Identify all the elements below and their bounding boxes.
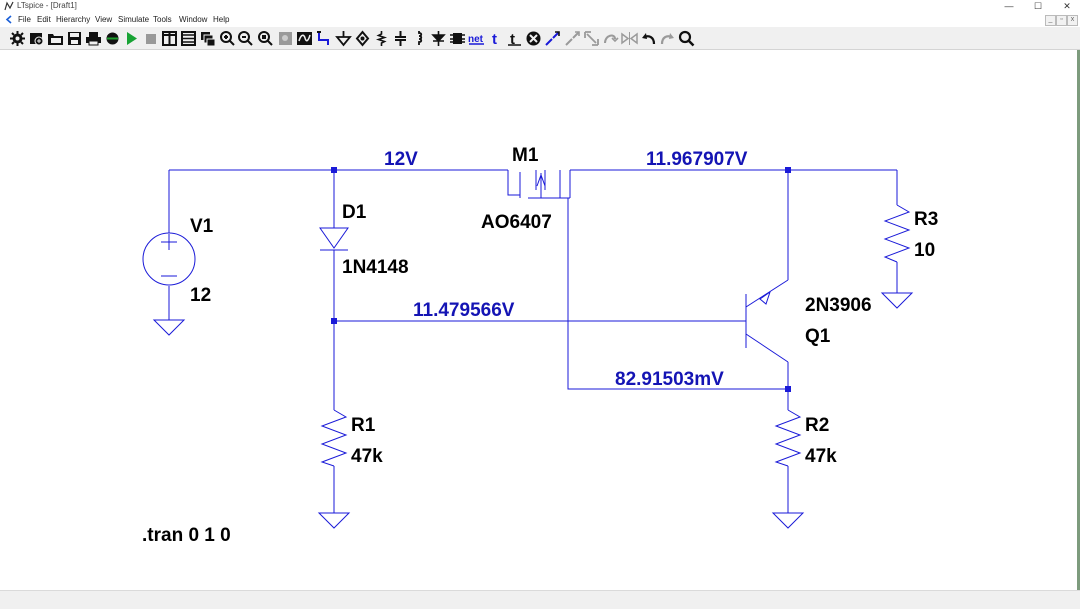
- control-panel-icon[interactable]: [104, 30, 121, 47]
- mirror-flip-icon[interactable]: [621, 30, 638, 47]
- spice-directive-icon[interactable]: net: [468, 30, 485, 47]
- ground-r2: [771, 512, 805, 529]
- menu-file[interactable]: File: [18, 15, 31, 24]
- autorange-icon[interactable]: [296, 30, 313, 47]
- undo-icon[interactable]: [640, 30, 657, 47]
- voltage-source-v1: [142, 232, 196, 286]
- node-voltage-supply: 12V: [384, 149, 418, 170]
- close-button[interactable]: ✕: [1054, 0, 1080, 13]
- ground-v1: [152, 319, 186, 336]
- junction-drain: [785, 167, 791, 173]
- m1-name[interactable]: M1: [512, 145, 539, 166]
- zoom-in-icon[interactable]: [219, 30, 236, 47]
- zoom-back-icon[interactable]: [277, 30, 294, 47]
- draw-wire-icon[interactable]: [316, 30, 333, 47]
- spice-directive[interactable]: .tran 0 1 0: [142, 525, 231, 546]
- copy-icon[interactable]: [544, 30, 561, 47]
- menu-edit[interactable]: Edit: [37, 15, 51, 24]
- menu-help[interactable]: Help: [213, 15, 229, 24]
- inductor-icon[interactable]: [411, 30, 428, 47]
- zoom-out-icon[interactable]: [237, 30, 254, 47]
- component-icon[interactable]: [449, 30, 466, 47]
- v1-value[interactable]: 12: [190, 285, 211, 306]
- d1-name[interactable]: D1: [342, 202, 367, 223]
- settings-icon[interactable]: [9, 30, 26, 47]
- move-icon[interactable]: t: [506, 30, 523, 47]
- node-voltage-gate: 82.91503mV: [615, 369, 724, 390]
- r1-value[interactable]: 47k: [351, 446, 383, 467]
- svg-text:t: t: [492, 31, 497, 47]
- menu-bar: File Edit Hierarchy View Simulate Tools …: [0, 13, 1080, 27]
- schematic-canvas[interactable]: V1 12 D1 1N4148 M1 AO6407 R3 10 2N3906 Q…: [0, 50, 1077, 590]
- d1-value[interactable]: 1N4148: [342, 257, 409, 278]
- mdi-minimize-button[interactable]: _: [1045, 15, 1056, 26]
- r1-name[interactable]: R1: [351, 415, 376, 436]
- text-icon[interactable]: t: [488, 30, 505, 47]
- drag-icon[interactable]: [564, 30, 581, 47]
- diode-icon[interactable]: [430, 30, 447, 47]
- menu-window[interactable]: Window: [179, 15, 207, 24]
- maximize-button[interactable]: ☐: [1025, 0, 1051, 13]
- r2-name[interactable]: R2: [805, 415, 829, 436]
- find-icon[interactable]: [678, 30, 695, 47]
- mdi-close-button[interactable]: x: [1067, 15, 1078, 26]
- tile-horizontal-icon[interactable]: [180, 30, 197, 47]
- open-file-icon[interactable]: [28, 30, 45, 47]
- redo-icon[interactable]: [659, 30, 676, 47]
- wire-gate: [567, 198, 788, 390]
- save-icon[interactable]: [66, 30, 83, 47]
- node-voltage-drain: 11.967907V: [646, 149, 748, 170]
- q1-value[interactable]: 2N3906: [805, 295, 872, 316]
- diode-d1: [319, 227, 349, 251]
- schematic-doc-icon[interactable]: [5, 15, 14, 24]
- halt-icon[interactable]: [142, 30, 159, 47]
- rotate-icon[interactable]: [583, 30, 600, 47]
- r3-name[interactable]: R3: [914, 209, 938, 230]
- resistor-r2: [774, 409, 802, 467]
- q1-name[interactable]: Q1: [805, 326, 831, 347]
- mirror-icon[interactable]: [602, 30, 619, 47]
- junction-gate: [785, 386, 791, 392]
- tile-vertical-icon[interactable]: [161, 30, 178, 47]
- mosfet-m1: [507, 170, 571, 199]
- resistor-icon[interactable]: [373, 30, 390, 47]
- menu-simulate[interactable]: Simulate: [118, 15, 149, 24]
- menu-tools[interactable]: Tools: [153, 15, 172, 24]
- minimize-button[interactable]: —: [996, 0, 1022, 13]
- ground-r1: [317, 512, 351, 529]
- run-icon[interactable]: [123, 30, 140, 47]
- cascade-icon[interactable]: [199, 30, 216, 47]
- junction-supply: [331, 167, 337, 173]
- r3-value[interactable]: 10: [914, 240, 935, 261]
- ground-r3: [880, 292, 914, 309]
- v1-name[interactable]: V1: [190, 216, 214, 237]
- menu-view[interactable]: View: [95, 15, 112, 24]
- capacitor-icon[interactable]: [392, 30, 409, 47]
- menu-hierarchy[interactable]: Hierarchy: [56, 15, 90, 24]
- delete-icon[interactable]: [525, 30, 542, 47]
- ltspice-app-icon: [4, 1, 14, 11]
- ground-icon[interactable]: [335, 30, 352, 47]
- junction-base: [331, 318, 337, 324]
- resistor-r1: [320, 409, 348, 467]
- schematic-drawing[interactable]: V1 12 D1 1N4148 M1 AO6407 R3 10 2N3906 Q…: [0, 50, 1077, 590]
- window-title: LTspice - [Draft1]: [17, 1, 77, 10]
- window-title-bar: LTspice - [Draft1] — ☐ ✕: [0, 0, 1080, 13]
- node-voltage-base: 11.479566V: [413, 300, 515, 321]
- resistor-r3: [883, 204, 911, 263]
- r2-value[interactable]: 47k: [805, 446, 837, 467]
- m1-value[interactable]: AO6407: [481, 212, 552, 233]
- toolbar: net t t: [0, 27, 1080, 50]
- mdi-restore-button[interactable]: ▫: [1056, 15, 1067, 26]
- transistor-q1: [745, 279, 789, 363]
- print-icon[interactable]: [85, 30, 102, 47]
- open-folder-icon[interactable]: [47, 30, 64, 47]
- label-net-icon[interactable]: [354, 30, 371, 47]
- status-bar: [0, 590, 1080, 609]
- zoom-fit-icon[interactable]: [257, 30, 274, 47]
